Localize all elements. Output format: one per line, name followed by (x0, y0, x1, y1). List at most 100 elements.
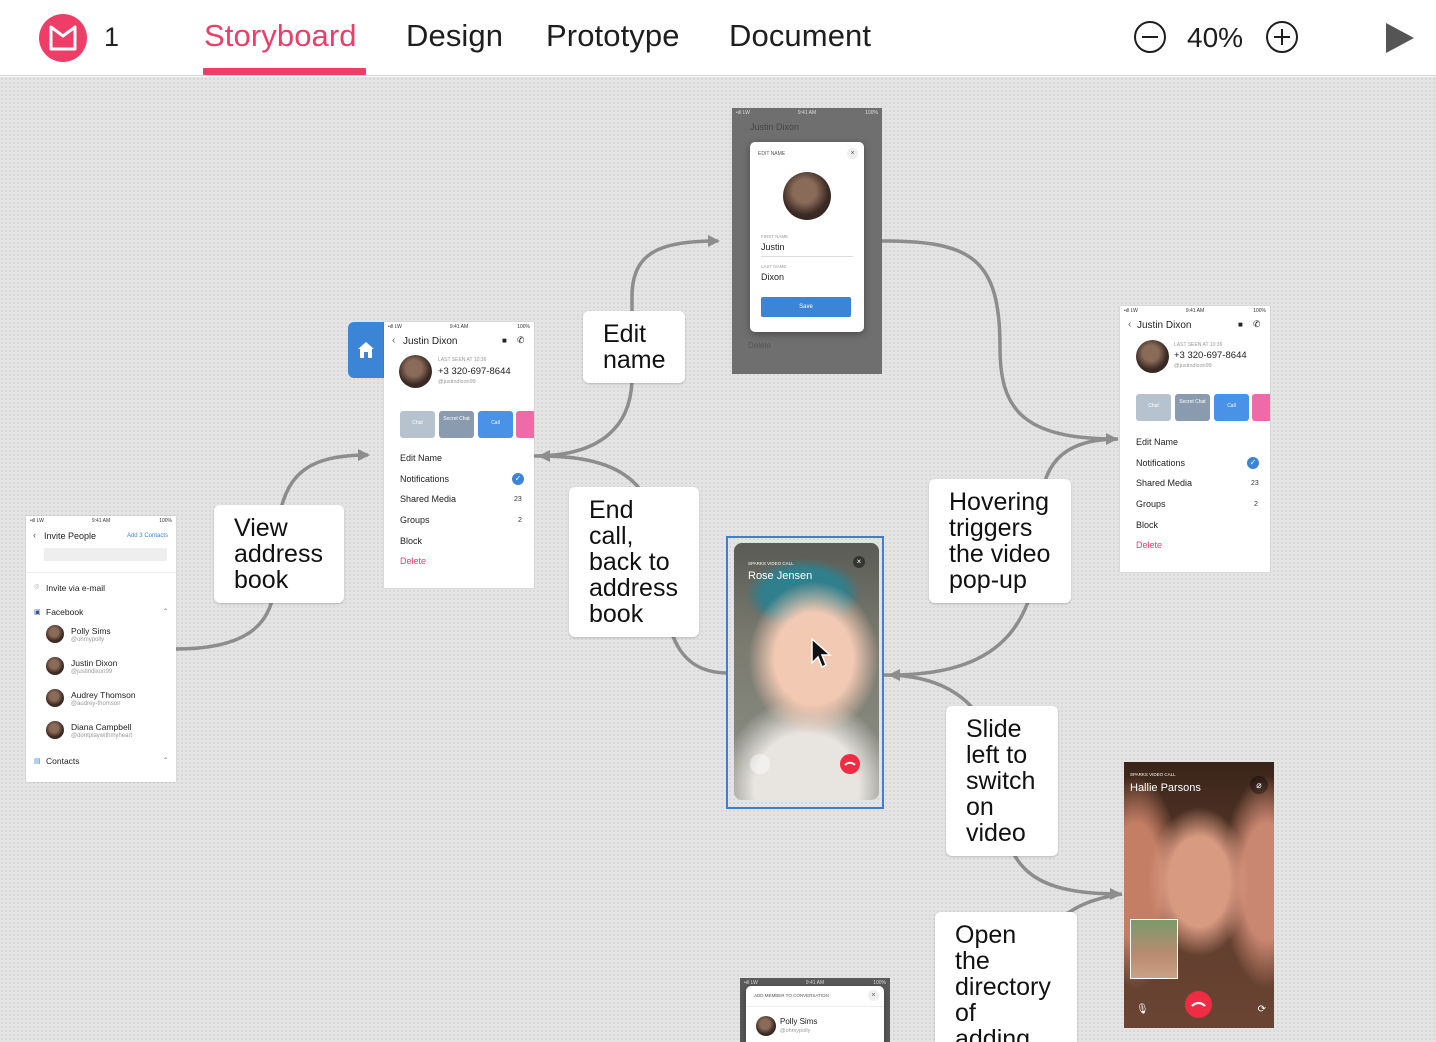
tab-design[interactable]: Design (406, 18, 503, 54)
tab-storyboard[interactable]: Storyboard (204, 18, 357, 54)
menu-delete: Delete (748, 341, 772, 350)
call-button[interactable]: Call (1214, 394, 1249, 421)
screen-profile[interactable]: •ıll LW 9:41 AM 100% ‹ Justin Dixon ■ ✆ … (384, 322, 534, 588)
back-chevron-icon[interactable]: ‹ (392, 335, 395, 346)
more-button[interactable] (1252, 394, 1270, 421)
divider (761, 256, 853, 257)
zoom-level: 40% (1187, 22, 1244, 53)
mute-video-icon[interactable]: ⌀ (1250, 776, 1268, 794)
status-bar: •ıll LW 9:41 AM 100% (1120, 306, 1270, 316)
screen-edit-name[interactable]: •ıll LW 9:41 AM 100% Justin Dixon Delete… (732, 108, 882, 374)
menu-block[interactable]: Block (1136, 520, 1158, 530)
search-input[interactable] (44, 548, 167, 561)
contact-name-title: Justin Dixon (403, 336, 458, 347)
contact-name: Audrey Thomson (71, 690, 136, 700)
slide-handle[interactable] (750, 754, 770, 774)
avatar (399, 355, 432, 388)
switch-camera-icon[interactable]: ⟳ (1258, 1004, 1266, 1015)
close-icon[interactable]: × (868, 990, 879, 1001)
menu-edit-name[interactable]: Edit Name (1136, 437, 1178, 447)
caller-name: Hallie Parsons (1130, 782, 1201, 794)
flow-label-open-directory[interactable]: Open the directory of adding (935, 912, 1077, 1042)
contact-name[interactable]: Polly Sims (780, 1017, 817, 1026)
home-icon (358, 342, 374, 358)
save-button[interactable]: Save (761, 297, 851, 317)
screen-video-call-2[interactable]: SPARKS VIDEO CALL Hallie Parsons ⌀ 🎙 ⟳ (1124, 762, 1274, 1028)
self-view-thumbnail[interactable] (1130, 919, 1178, 979)
list-item[interactable]: Diana Campbell @dontplaywithmyheart (71, 722, 132, 739)
menu-shared-media[interactable]: Shared Media (1136, 478, 1192, 488)
zoom-in-icon[interactable] (1265, 20, 1299, 54)
zoom-out-icon[interactable] (1133, 20, 1167, 54)
list-item[interactable]: Polly Sims @ohmypolly (71, 626, 111, 643)
flow-label-hover-video[interactable]: Hovering triggers the video pop-up (929, 479, 1071, 603)
last-name-field[interactable]: Dixon (761, 272, 784, 282)
menu-groups[interactable]: Groups (1136, 499, 1166, 509)
screen-add-member[interactable]: •ıll LW 9:41 AM 100% ADD MEMBER TO CONVE… (740, 978, 890, 1042)
tab-prototype[interactable]: Prototype (546, 18, 680, 54)
chat-button[interactable]: Chat (400, 411, 435, 438)
active-tab-indicator (203, 68, 366, 75)
screen-video-call[interactable]: SPARKS VIDEO CALL Rose Jensen × (734, 543, 879, 800)
menu-shared-media[interactable]: Shared Media (400, 494, 456, 504)
menu-edit-name[interactable]: Edit Name (400, 453, 442, 463)
contact-handle: @justindixon99 (1174, 363, 1212, 369)
contact-name: Diana Campbell (71, 722, 132, 732)
add-contacts-link[interactable]: Add 3 Contacts (127, 533, 168, 539)
menu-delete[interactable]: Delete (1136, 540, 1162, 550)
status-bar: •ıll LW 9:41 AM 100% (732, 108, 882, 118)
phone-icon[interactable]: ✆ (1253, 319, 1261, 330)
back-chevron-icon[interactable]: ‹ (1128, 319, 1131, 330)
modal-title: EDIT NAME (758, 151, 786, 157)
call-button[interactable]: Call (478, 411, 513, 438)
invite-email-row[interactable]: Invite via e-mail (46, 583, 105, 593)
mouse-cursor-icon (811, 637, 832, 669)
first-name-field[interactable]: Justin (761, 242, 785, 252)
menu-groups[interactable]: Groups (400, 515, 430, 525)
list-item[interactable]: Justin Dixon @justindixon99 (71, 658, 117, 675)
video-call-icon[interactable]: ■ (1238, 320, 1243, 329)
play-icon[interactable] (1383, 20, 1417, 56)
menu-block[interactable]: Block (400, 536, 422, 546)
avatar (46, 657, 64, 675)
end-call-button[interactable] (840, 754, 860, 774)
contacts-section[interactable]: Contacts (46, 756, 80, 766)
back-chevron-icon[interactable]: ‹ (33, 530, 36, 540)
facebook-section[interactable]: Facebook (46, 607, 83, 617)
tab-document[interactable]: Document (729, 18, 871, 54)
screen-invite-people[interactable]: •ıll LW 9:41 AM 100% ‹ Invite People Add… (26, 516, 176, 782)
checkmark-icon[interactable]: ✓ (1247, 457, 1259, 469)
chat-button[interactable]: Chat (1136, 394, 1171, 421)
flow-label-end-call[interactable]: End call, back to address book (569, 487, 699, 637)
status-time: 9:41 AM (1185, 308, 1205, 314)
microphone-icon[interactable]: 🎙 (1136, 1004, 1149, 1015)
app-logo[interactable] (39, 14, 87, 62)
list-item[interactable]: Audrey Thomson @audrey-thomson (71, 690, 136, 707)
end-call-button[interactable] (1185, 991, 1212, 1018)
checkmark-icon[interactable]: ✓ (512, 473, 524, 485)
secret-chat-button[interactable]: Secret Chat (439, 411, 474, 438)
home-screen-badge[interactable] (348, 322, 384, 378)
secret-chat-button[interactable]: Secret Chat (1175, 394, 1210, 421)
divider (26, 572, 176, 573)
close-icon[interactable]: × (853, 556, 865, 568)
contact-name: Justin Dixon (71, 658, 118, 668)
status-time: 9:41 AM (91, 518, 111, 524)
storyboard-canvas[interactable]: •ıll LW 9:41 AM 100% ‹ Invite People Add… (0, 77, 1436, 1042)
more-button[interactable] (516, 411, 534, 438)
contact-handle: @audrey-thomson (71, 701, 121, 707)
flow-label-edit-name[interactable]: Edit name (583, 311, 685, 383)
video-call-icon[interactable]: ■ (502, 336, 507, 345)
screen-profile-2[interactable]: •ıll LW 9:41 AM 100% ‹ Justin Dixon ■ ✆ … (1120, 306, 1270, 572)
close-icon[interactable]: × (847, 148, 858, 159)
phone-icon[interactable]: ✆ (517, 335, 525, 346)
collapse-icon[interactable]: ⌃ (163, 757, 168, 764)
avatar (46, 625, 64, 643)
phone-number: +3 320-697-8644 (438, 366, 511, 377)
collapse-icon[interactable]: ⌃ (163, 608, 168, 615)
flow-label-view-address-book[interactable]: View address book (214, 505, 344, 603)
menu-notifications[interactable]: Notifications (1136, 458, 1185, 468)
menu-delete[interactable]: Delete (400, 556, 426, 566)
menu-notifications[interactable]: Notifications (400, 474, 449, 484)
flow-label-slide-left[interactable]: Slide left to switch on video (946, 706, 1058, 856)
